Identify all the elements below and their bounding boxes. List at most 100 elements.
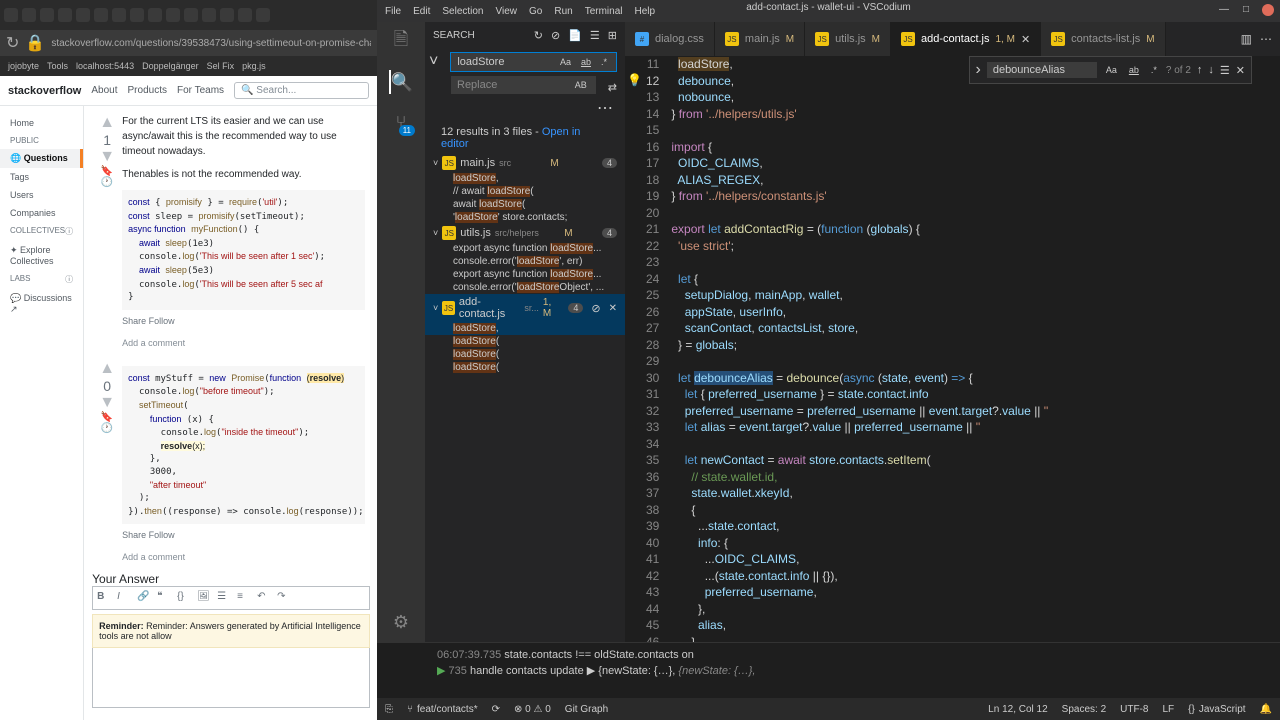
code-icon[interactable]: {} — [177, 591, 191, 605]
so-logo[interactable]: stackoverflow — [8, 85, 81, 97]
so-nav[interactable]: Products — [128, 85, 167, 96]
sidebar-explore[interactable]: ✦ Explore Collectives — [0, 241, 83, 270]
bookmark[interactable]: pkg.js — [242, 61, 266, 71]
bookmark[interactable]: jojobyte — [8, 61, 39, 71]
status-encoding[interactable]: UTF-8 — [1120, 704, 1148, 715]
list-icon[interactable]: ☰ — [217, 591, 231, 605]
find-input[interactable] — [987, 62, 1097, 78]
next-icon[interactable]: ↓ — [1208, 64, 1214, 76]
selection-icon[interactable]: ☰ — [1220, 64, 1230, 77]
browser-tab[interactable] — [148, 8, 162, 22]
browser-tab[interactable] — [184, 8, 198, 22]
browser-tab[interactable] — [166, 8, 180, 22]
status-position[interactable]: Ln 12, Col 12 — [988, 704, 1048, 715]
add-comment[interactable]: Add a comment — [122, 334, 364, 348]
sidebar-questions[interactable]: 🌐 Questions — [0, 149, 83, 168]
share-follow[interactable]: Share Follow — [122, 316, 364, 326]
menu-selection[interactable]: Selection — [442, 6, 483, 17]
prev-icon[interactable]: ↑ — [1197, 64, 1203, 76]
expand-icon[interactable]: ⊞ — [608, 29, 617, 42]
browser-tab[interactable] — [22, 8, 36, 22]
sidebar-users[interactable]: Users — [0, 186, 83, 204]
result-file[interactable]: ˅JSadd-contact.js sr...1, M4⊘✕ — [425, 294, 625, 322]
share-follow[interactable]: Share Follow — [122, 530, 364, 540]
menu-file[interactable]: File — [385, 6, 401, 17]
clear-icon[interactable]: ⊘ — [551, 29, 560, 42]
word-icon[interactable]: ab — [1126, 64, 1142, 76]
history-icon[interactable]: 🕐 — [92, 423, 122, 434]
gear-icon[interactable]: ⚙ — [389, 610, 413, 634]
link-icon[interactable]: 🔗 — [137, 591, 151, 605]
olist-icon[interactable]: ≡ — [237, 591, 251, 605]
minimap[interactable] — [1230, 56, 1280, 642]
browser-tab[interactable] — [202, 8, 216, 22]
case-icon[interactable]: Aa — [557, 56, 574, 68]
browser-tab[interactable] — [112, 8, 126, 22]
replace-all-icon[interactable]: ⇄ — [608, 81, 617, 94]
split-icon[interactable]: ▥ — [1241, 32, 1252, 46]
downvote-icon[interactable]: ▼ — [92, 148, 122, 166]
sidebar-companies[interactable]: Companies — [0, 204, 83, 222]
regex-icon[interactable]: .* — [1148, 64, 1160, 76]
bookmark[interactable]: Doppelgänger — [142, 61, 199, 71]
bookmark[interactable]: localhost:5443 — [76, 61, 134, 71]
browser-tab[interactable] — [130, 8, 144, 22]
minimize-icon[interactable]: — — [1218, 4, 1230, 16]
new-file-icon[interactable]: 📄 — [568, 29, 582, 42]
browser-tab[interactable] — [238, 8, 252, 22]
sidebar-tags[interactable]: Tags — [0, 168, 83, 186]
scm-icon[interactable]: ⑂11 — [389, 110, 413, 134]
add-comment[interactable]: Add a comment — [122, 548, 364, 562]
browser-tab[interactable] — [58, 8, 72, 22]
bookmark[interactable]: Tools — [47, 61, 68, 71]
menu-edit[interactable]: Edit — [413, 6, 430, 17]
result-line[interactable]: // await loadStore( — [425, 185, 625, 198]
editor-tab[interactable]: JScontacts-list.jsM — [1041, 22, 1165, 56]
menu-terminal[interactable]: Terminal — [585, 6, 623, 17]
redo-icon[interactable]: ↷ — [277, 591, 291, 605]
result-line[interactable]: export async function loadStore... — [425, 268, 625, 281]
editor-tab[interactable]: #dialog.css — [625, 22, 715, 56]
upvote-icon[interactable]: ▲ — [92, 360, 122, 378]
browser-tab[interactable] — [220, 8, 234, 22]
answer-textarea[interactable] — [92, 648, 369, 708]
bookmark-icon[interactable]: 🔖 — [92, 166, 122, 177]
search-input[interactable]: loadStore Aa ab .* — [450, 52, 617, 72]
bold-icon[interactable]: B — [97, 591, 111, 605]
result-line[interactable]: 'loadStore' store.contacts; — [425, 211, 625, 224]
ellipsis-icon[interactable]: ⋯ — [597, 100, 613, 117]
more-icon[interactable]: ⋯ — [1260, 32, 1272, 46]
quote-icon[interactable]: ❝ — [157, 591, 171, 605]
downvote-icon[interactable]: ▼ — [92, 394, 122, 412]
italic-icon[interactable]: I — [117, 591, 131, 605]
undo-icon[interactable]: ↶ — [257, 591, 271, 605]
chevron-right-icon[interactable]: › — [976, 61, 981, 79]
sidebar-home[interactable]: Home — [0, 114, 83, 132]
editor-tab[interactable]: JSadd-contact.js1, M✕ — [891, 22, 1041, 56]
result-line[interactable]: loadStore, — [425, 322, 625, 335]
history-icon[interactable]: 🕐 — [92, 177, 122, 188]
result-line[interactable]: loadStore( — [425, 335, 625, 348]
result-line[interactable]: loadStore, — [425, 172, 625, 185]
status-bell-icon[interactable]: 🔔 — [1260, 704, 1272, 715]
result-line[interactable]: export async function loadStore... — [425, 242, 625, 255]
result-line[interactable]: console.error('loadStore', err) — [425, 255, 625, 268]
status-errors[interactable]: ⊗ 0 ⚠ 0 — [514, 704, 551, 715]
result-line[interactable]: loadStore( — [425, 348, 625, 361]
result-file[interactable]: ˅JSutils.js src/helpersM4 — [425, 224, 625, 242]
reload-icon[interactable]: ↻ — [6, 33, 19, 53]
menu-help[interactable]: Help — [635, 6, 656, 17]
browser-tab[interactable] — [4, 8, 18, 22]
bookmark-icon[interactable]: 🔖 — [92, 412, 122, 423]
result-line[interactable]: await loadStore( — [425, 198, 625, 211]
chevron-down-icon[interactable]: ˅ — [425, 53, 442, 71]
regex-icon[interactable]: .* — [598, 56, 610, 68]
preserve-case-icon[interactable]: AB — [572, 79, 590, 91]
terminal[interactable]: 06:07:39.735 state.contacts !== oldState… — [377, 642, 1280, 698]
status-branch[interactable]: ⑂ feat/contacts* — [407, 704, 478, 715]
browser-tab[interactable] — [76, 8, 90, 22]
browser-tab[interactable] — [40, 8, 54, 22]
explorer-icon[interactable]: 🗎 — [389, 30, 413, 54]
case-icon[interactable]: Aa — [1103, 64, 1120, 76]
maximize-icon[interactable]: □ — [1240, 4, 1252, 16]
